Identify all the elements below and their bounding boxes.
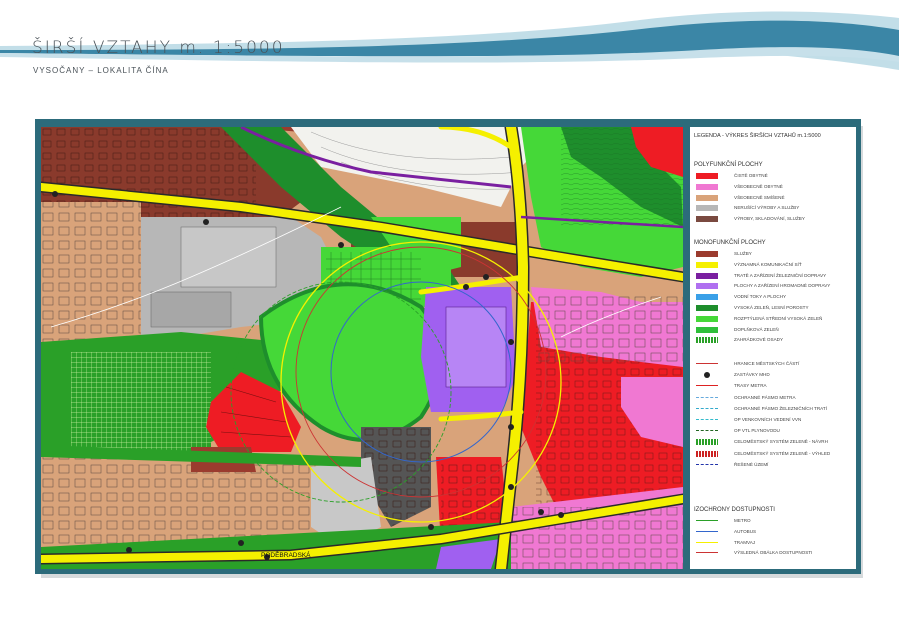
- legend-item-label: VÝROBY, SKLADOVÁNÍ, SLUŽBY: [734, 216, 805, 222]
- garden-colony: [71, 352, 211, 452]
- legend-item-label: TRATĚ A ZAŘÍZENÍ ŽELEZNIČNÍ DOPRAVY: [734, 272, 827, 278]
- page-title: ŠIRŠÍ VZTAHY m. 1:5000: [32, 38, 285, 58]
- legend-item-label: ZAHRÁDKOVÉ OSADY: [734, 337, 784, 343]
- legend-item-label: VŠEOBECNĚ OBYTNÉ: [734, 183, 783, 189]
- legend-item: VŠEOBECNĚ OBYTNÉ: [696, 183, 856, 191]
- legend-item: NERUŠÍCÍ VÝROBY A SLUŽBY: [696, 204, 856, 212]
- legend-swatch: [696, 251, 718, 257]
- legend-item: ČISTĚ OBYTNÉ: [696, 172, 856, 180]
- legend-item: VŠEOBECNĚ SMÍŠENÉ: [696, 194, 856, 202]
- legend-swatch: [696, 552, 718, 554]
- legend-item: VODNÍ TOKY A PLOCHY: [696, 293, 856, 301]
- legend-swatch: [696, 363, 718, 364]
- legend-item-label: OCHRANNÉ PÁSMO ŽELEZNIČNÍCH TRATÍ: [734, 405, 827, 411]
- legend-swatch: [696, 396, 718, 398]
- legend-item-label: ČISTĚ OBYTNÉ: [734, 173, 768, 178]
- legend-item-label: TRAMVAJ: [734, 539, 756, 545]
- legend-item: VÝZNAMNÁ KOMUNIKAČNÍ SÍŤ: [696, 261, 856, 269]
- legend-swatch: [696, 385, 718, 387]
- legend-swatch: [696, 450, 718, 457]
- legend-item: VYSOKÁ ZELEŇ, LESNÍ POROSTY: [696, 304, 856, 312]
- legend-item: PLOCHY A ZAŘÍZENÍ HROMADNÉ DOPRAVY: [696, 282, 856, 290]
- legend-item: ROZPTÝLENÁ STŘEDNÍ VYSOKÁ ZELEŇ: [696, 315, 856, 323]
- legend-swatch: [696, 541, 718, 543]
- legend-item-label: METRO: [734, 518, 751, 523]
- legend-item: OP VTL PLYNOVODU: [696, 427, 856, 435]
- legend-item-label: ROZPTÝLENÁ STŘEDNÍ VYSOKÁ ZELEŇ: [734, 315, 823, 321]
- legend-item-label: PLOCHY A ZAŘÍZENÍ HROMADNÉ DOPRAVY: [734, 283, 831, 289]
- legend-swatch: [696, 419, 718, 420]
- map-area: PODĚBRADSKÁ: [41, 127, 683, 569]
- legend-item-label: ZASTÁVKY MHD: [734, 372, 770, 378]
- legend-item-label: AUTOBUS: [734, 528, 757, 534]
- legend-item-label: OCHRANNÉ PÁSMO METRA: [734, 394, 796, 400]
- legend-item: ZAHRÁDKOVÉ OSADY: [696, 336, 856, 344]
- legend-section-heading: POLYFUNKČNÍ PLOCHY: [694, 162, 763, 168]
- legend-section-heading: MONOFUNKČNÍ PLOCHY: [694, 240, 766, 246]
- legend-item: SLUŽBY: [696, 250, 856, 258]
- legend-swatch: [696, 205, 718, 212]
- legend-item-label: OP VENKOVNÍCH VEDENÍ VVN: [734, 417, 802, 422]
- legend-item: TRAMVAJ: [696, 539, 856, 547]
- legend-item: ZASTÁVKY MHD: [696, 371, 856, 379]
- legend-item: METRO: [696, 517, 856, 525]
- legend-item: OP VENKOVNÍCH VEDENÍ VVN: [696, 416, 856, 424]
- legend-item-label: HRANICE MĚSTSKÝCH ČÁSTÍ: [734, 361, 800, 366]
- legend-item-label: VÝSLEDNÁ OBÁLKA DOSTUPNOSTI: [734, 550, 813, 556]
- page-subtitle: VYSOČANY – LOKALITA ČÍNA: [33, 66, 169, 75]
- legend-item-label: VÝZNAMNÁ KOMUNIKAČNÍ SÍŤ: [734, 261, 802, 267]
- legend-swatch: [696, 326, 718, 333]
- legend-item: AUTOBUS: [696, 528, 856, 536]
- legend-item-label: NERUŠÍCÍ VÝROBY A SLUŽBY: [734, 205, 800, 211]
- legend-item-label: VYSOKÁ ZELEŇ, LESNÍ POROSTY: [734, 305, 809, 310]
- legend-swatch: [696, 183, 718, 190]
- land-use-map: PODĚBRADSKÁ: [41, 127, 683, 569]
- legend-item: ŘEŠENÉ ÚZEMÍ: [696, 461, 856, 469]
- legend-item-label: VODNÍ TOKY A PLOCHY: [734, 294, 787, 300]
- legend-item-label: CELOMĚSTSKÝ SYSTÉM ZELENĚ - VÝHLED: [734, 450, 831, 456]
- street-label: PODĚBRADSKÁ: [261, 550, 311, 559]
- legend-item: VÝROBY, SKLADOVÁNÍ, SLUŽBY: [696, 215, 856, 223]
- legend-item: VÝSLEDNÁ OBÁLKA DOSTUPNOSTI: [696, 549, 856, 557]
- legend-item: CELOMĚSTSKÝ SYSTÉM ZELENĚ - VÝHLED: [696, 450, 856, 458]
- legend-item: DOPLŇKOVÁ ZELEŇ: [696, 326, 856, 334]
- legend-item-label: TRASY METRA: [734, 383, 767, 389]
- legend-swatch: [696, 261, 718, 268]
- legend-swatch: [696, 430, 718, 432]
- legend-item-label: ŘEŠENÉ ÚZEMÍ: [734, 461, 769, 467]
- legend-swatch: [696, 315, 718, 322]
- legend-swatch: [696, 272, 718, 279]
- legend-swatch: [696, 463, 718, 465]
- legend-swatch: [696, 283, 718, 290]
- legend-item: TRASY METRA: [696, 382, 856, 390]
- legend-item: OCHRANNÉ PÁSMO ŽELEZNIČNÍCH TRATÍ: [696, 405, 856, 413]
- legend-swatch: [696, 520, 718, 521]
- legend-item-label: SLUŽBY: [734, 251, 752, 256]
- legend-section-heading: IZOCHRONY DOSTUPNOSTI: [694, 507, 775, 513]
- legend-title: LEGENDA - VÝKRES ŠIRŠÍCH VZTAHŮ m.1:5000: [694, 133, 821, 139]
- legend-swatch: [704, 372, 710, 379]
- legend: LEGENDA - VÝKRES ŠIRŠÍCH VZTAHŮ m.1:5000…: [690, 127, 856, 569]
- legend-swatch: [696, 294, 718, 301]
- legend-item: CELOMĚSTSKÝ SYSTÉM ZELENĚ - NÁVRH: [696, 438, 856, 446]
- legend-swatch: [696, 194, 718, 201]
- legend-item: OCHRANNÉ PÁSMO METRA: [696, 394, 856, 402]
- legend-swatch: [696, 439, 718, 446]
- legend-item-label: VŠEOBECNĚ SMÍŠENÉ: [734, 194, 785, 200]
- legend-swatch: [696, 530, 718, 532]
- legend-item: TRATĚ A ZAŘÍZENÍ ŽELEZNIČNÍ DOPRAVY: [696, 272, 856, 280]
- legend-swatch: [696, 337, 718, 344]
- legend-item: HRANICE MĚSTSKÝCH ČÁSTÍ: [696, 360, 856, 368]
- legend-swatch: [696, 173, 718, 179]
- legend-swatch: [696, 407, 718, 409]
- legend-swatch: [696, 216, 718, 223]
- legend-item-label: CELOMĚSTSKÝ SYSTÉM ZELENĚ - NÁVRH: [734, 439, 828, 445]
- legend-swatch: [696, 305, 718, 311]
- legend-item-label: DOPLŇKOVÁ ZELEŇ: [734, 326, 779, 332]
- legend-item-label: OP VTL PLYNOVODU: [734, 428, 780, 434]
